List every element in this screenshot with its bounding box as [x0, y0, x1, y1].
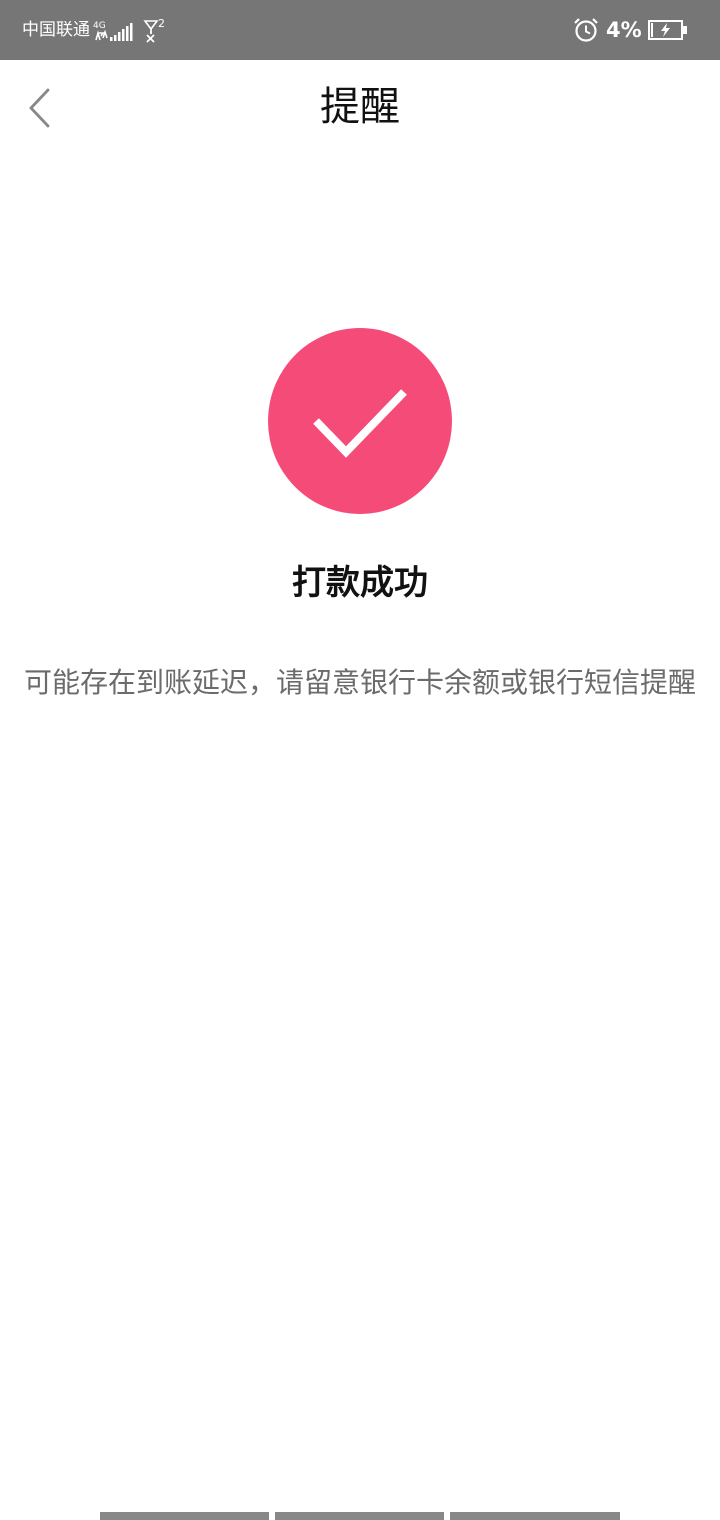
gesture-segment [100, 1512, 269, 1520]
result-title: 打款成功 [292, 563, 428, 603]
sim2-label: 2 [158, 17, 165, 30]
result-description: 可能存在到账延迟，请留意银行卡余额或银行短信提醒 [24, 666, 697, 699]
gesture-segment [450, 1512, 620, 1520]
check-circle-icon [268, 328, 452, 514]
battery-charging-icon [648, 19, 688, 45]
alarm-icon [573, 17, 599, 47]
page-title: 提醒 [320, 84, 400, 130]
battery-percent: 4% [606, 18, 642, 42]
back-button[interactable] [20, 84, 64, 132]
no-sim-icon [143, 18, 159, 48]
gesture-segment [275, 1512, 444, 1520]
signal-icon [93, 20, 139, 46]
carrier-name: 中国联通 [22, 20, 90, 40]
chevron-left-icon [20, 88, 64, 136]
status-bar: 中国联通 4G 2 4% [0, 0, 720, 60]
navigation-bar: 提醒 [0, 60, 720, 156]
bottom-gesture-bar [0, 1512, 720, 1520]
